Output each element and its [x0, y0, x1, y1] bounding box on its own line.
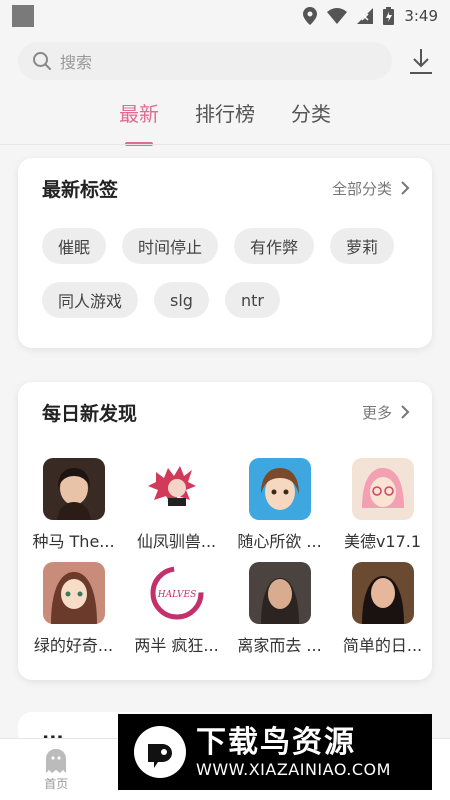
app-item[interactable]: 简单的日...: [331, 562, 434, 656]
all-categories-link[interactable]: 全部分类: [332, 178, 410, 199]
app-item[interactable]: 绿的好奇...: [22, 562, 125, 656]
app-icon-cartoon-girl: [248, 458, 311, 520]
tag-chip[interactable]: 催眠: [42, 228, 107, 264]
app-name: 种马 The...: [32, 532, 115, 551]
all-categories-label: 全部分类: [331, 179, 392, 198]
app-name: 离家而去 ...: [237, 636, 322, 655]
app-name: 简单的日...: [342, 636, 423, 655]
watermark-title: 下载鸟资源: [196, 724, 356, 760]
app-icon-punk-art: [145, 458, 208, 520]
nav-home[interactable]: 首页: [44, 747, 68, 792]
wifi-icon: [327, 8, 348, 24]
tag-chip[interactable]: 时间停止: [122, 228, 219, 264]
tag-chip[interactable]: 有作弊: [234, 228, 315, 264]
more-link[interactable]: 更多: [362, 402, 410, 423]
tab-latest[interactable]: 最新: [117, 98, 161, 138]
download-icon: [410, 49, 432, 74]
ghost-icon: [46, 749, 67, 773]
app-icon-woman-3d: [351, 562, 414, 624]
search-input[interactable]: 搜索: [18, 42, 392, 80]
app-icon-logo-swirl: HALVES: [145, 562, 208, 624]
app-name: 随心所欲 ...: [237, 532, 322, 551]
app-name: 绿的好奇...: [33, 636, 114, 655]
status-bar: 3:49: [0, 0, 450, 32]
search-placeholder: 搜索: [60, 53, 93, 72]
tag-list: 催眠 时间停止 有作弊 萝莉 同人游戏 slg ntr: [18, 218, 408, 318]
app-item[interactable]: 美德v17.1: [331, 458, 434, 552]
tag-chip[interactable]: 萝莉: [330, 228, 395, 264]
latest-tags-header: 最新标签 全部分类: [18, 158, 432, 218]
app-item[interactable]: 种马 The...: [22, 458, 125, 552]
tabs-divider: [0, 144, 450, 145]
signal-icon: [357, 8, 374, 24]
nav-home-label: 首页: [44, 777, 69, 791]
app-name: 美德v17.1: [343, 532, 422, 551]
search-row: 搜索: [18, 42, 438, 80]
app-icon-pink-hair-girl: [351, 458, 414, 520]
location-icon: [303, 7, 318, 25]
latest-tags-title: 最新标签: [42, 178, 119, 201]
chevron-right-icon: [401, 181, 410, 195]
search-icon: [33, 52, 51, 70]
daily-discovery-title: 每日新发现: [42, 402, 138, 425]
tag-chip[interactable]: slg: [154, 282, 209, 318]
notification-icon: [12, 5, 34, 27]
svg-text:HALVES: HALVES: [156, 590, 196, 600]
watermark-text: 下载鸟资源 WWW.XIAZAINIAO.COM: [196, 724, 391, 779]
watermark-url: WWW.XIAZAINIAO.COM: [196, 759, 391, 779]
app-name: 两半 疯狂...: [134, 636, 219, 655]
app-grid: 种马 The... 仙凤驯兽... 随心所欲 ... 美德v17.1 绿的好奇.…: [18, 442, 432, 656]
tab-ranking[interactable]: 排行榜: [193, 98, 257, 138]
more-label: 更多: [361, 403, 392, 422]
daily-discovery-header: 每日新发现 更多: [18, 382, 432, 442]
chevron-right-icon: [401, 405, 410, 419]
status-time: 3:49: [404, 7, 438, 25]
app-item[interactable]: 随心所欲 ...: [228, 458, 331, 552]
app-item[interactable]: 离家而去 ...: [228, 562, 331, 656]
tab-category[interactable]: 分类: [289, 98, 333, 138]
tag-chip[interactable]: 同人游戏: [42, 282, 139, 318]
download-button[interactable]: [406, 46, 436, 76]
top-tabs: 最新 排行榜 分类: [0, 98, 450, 138]
bird-logo-icon: [134, 726, 186, 778]
app-icon-dark-portrait: [248, 562, 311, 624]
status-icons: 3:49: [303, 7, 438, 25]
battery-icon: [383, 7, 395, 25]
app-item[interactable]: 仙凤驯兽...: [125, 458, 228, 552]
app-name: 仙凤驯兽...: [136, 532, 217, 551]
app-icon-brown-hair-girl: [42, 562, 105, 624]
app-icon-portrait-woman: [42, 458, 105, 520]
latest-tags-card: 最新标签 全部分类 催眠 时间停止 有作弊 萝莉 同人游戏 slg ntr: [18, 158, 432, 348]
watermark-banner: 下载鸟资源 WWW.XIAZAINIAO.COM: [118, 714, 432, 790]
tag-chip[interactable]: ntr: [224, 282, 280, 318]
daily-discovery-card: 每日新发现 更多 种马 The... 仙凤驯兽... 随心所欲 ... 美德v1…: [18, 382, 432, 680]
app-item[interactable]: HALVES 两半 疯狂...: [125, 562, 228, 656]
